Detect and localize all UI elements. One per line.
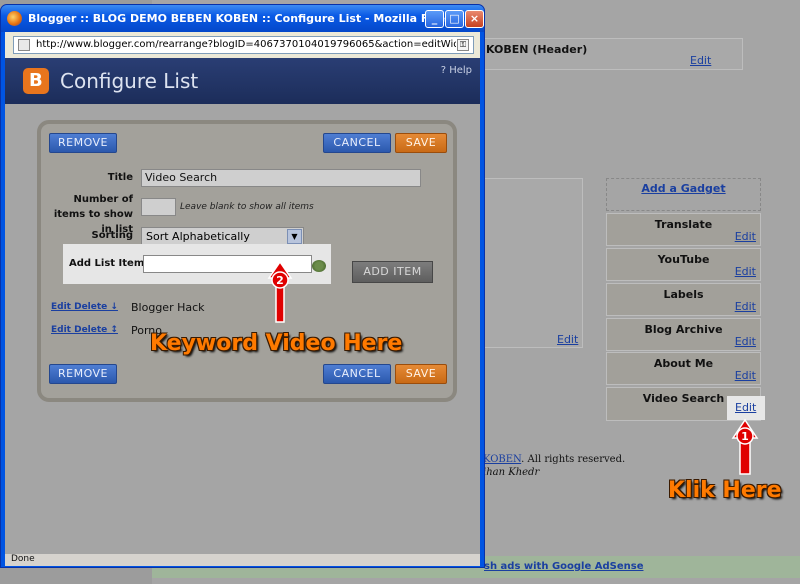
keyword-annotation: Keyword Video Here — [150, 331, 403, 356]
arrow-2-icon: 2 — [267, 260, 293, 323]
klik-annotation: Klik Here — [668, 478, 782, 503]
step-2-label: 2 — [276, 274, 284, 287]
arrow-1-icon: 1 — [731, 418, 759, 475]
step-1-label: 1 — [741, 430, 749, 443]
